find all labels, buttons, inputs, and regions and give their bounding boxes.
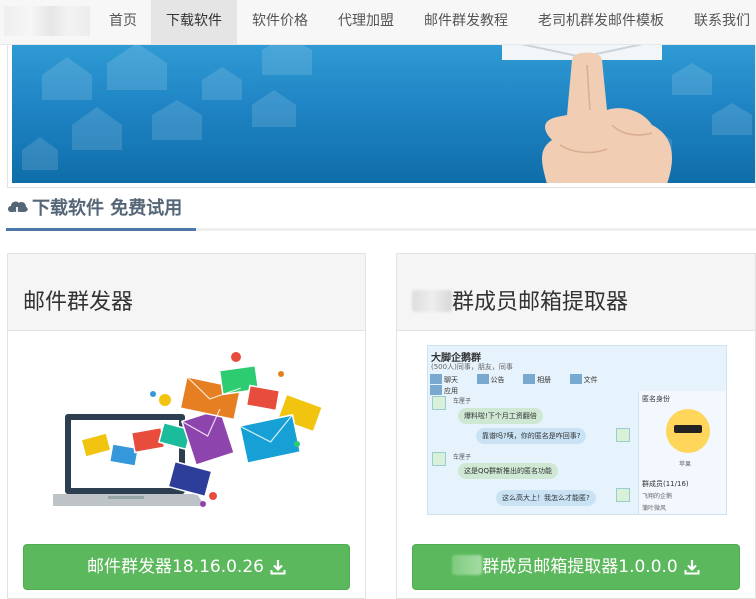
laptop-envelopes-image xyxy=(53,352,323,507)
download-icon xyxy=(270,560,286,575)
card-title: 邮件群发器 xyxy=(23,290,134,315)
nav-item-contact[interactable]: 联系我们 xyxy=(694,0,750,45)
banner-envelopes-illustration xyxy=(22,45,752,183)
download-icon xyxy=(684,560,700,575)
banner-image xyxy=(12,45,755,183)
qq-group-sub: (500人)同事，朋友，同事 xyxy=(431,363,513,371)
download-extractor-button[interactable]: 群成员邮箱提取器1.0.0.0 xyxy=(412,544,740,590)
card-title: 群成员邮箱提取器 xyxy=(412,284,628,316)
qq-sidebar: 匿名身份 hi 苹果 群成员(11/16) 飞翔的企鹅 蒲叶微风 xyxy=(638,391,726,514)
download-mailer-button[interactable]: 邮件群发器18.16.0.26 xyxy=(23,544,350,590)
card-title-text: 群成员邮箱提取器 xyxy=(452,290,629,315)
nav-item-templates[interactable]: 老司机群发邮件模板 xyxy=(538,0,664,45)
section-title-text: 下载软件 免费试用 xyxy=(32,198,183,219)
site-logo[interactable] xyxy=(4,6,90,36)
card-header: 群成员邮箱提取器 xyxy=(397,254,755,331)
anon-avatar: hi xyxy=(666,409,710,453)
cloud-download-icon xyxy=(6,199,28,225)
redacted-text xyxy=(452,555,483,575)
qq-chat-screenshot: 大脚企鹅群 (500人)同事，朋友，同事 聊天 公告 相册 文件 应用 车厘子 … xyxy=(427,345,727,515)
section-heading: 下载软件 免费试用 xyxy=(6,196,182,226)
nav-item-tutorial[interactable]: 邮件群发教程 xyxy=(424,0,508,45)
top-nav: 首页 下载软件 软件价格 代理加盟 邮件群发教程 老司机群发邮件模板 联系我们 xyxy=(0,0,756,45)
product-card-mailer: 邮件群发器 邮件群发器18.16.0.26 xyxy=(7,253,366,599)
button-label: 邮件群发器18.16.0.26 xyxy=(87,557,264,577)
section-divider xyxy=(6,228,756,231)
qq-toolbar: 聊天 公告 相册 文件 应用 xyxy=(430,374,640,395)
product-card-extractor: 群成员邮箱提取器 大脚企鹅群 (500人)同事，朋友，同事 聊天 公告 相册 文… xyxy=(396,253,756,599)
hero-banner xyxy=(7,45,756,188)
card-header: 邮件群发器 xyxy=(8,254,365,331)
nav-item-home[interactable]: 首页 xyxy=(98,0,148,45)
nav-item-pricing[interactable]: 软件价格 xyxy=(252,0,308,45)
nav-item-agent[interactable]: 代理加盟 xyxy=(338,0,394,45)
chat-message: 靠谱吗?咦，你的匿名是咋回事? xyxy=(476,428,587,444)
redacted-text xyxy=(412,290,452,312)
chat-message: 这是QQ群新推出的匿名功能 xyxy=(458,463,559,479)
chat-message: 这么高大上！我怎么才能匿? xyxy=(496,490,596,506)
chat-message: 爆料啦!下个月工资翻倍 xyxy=(458,408,543,424)
nav-item-download[interactable]: 下载软件 xyxy=(151,0,237,45)
button-label: 群成员邮箱提取器1.0.0.0 xyxy=(482,557,678,577)
